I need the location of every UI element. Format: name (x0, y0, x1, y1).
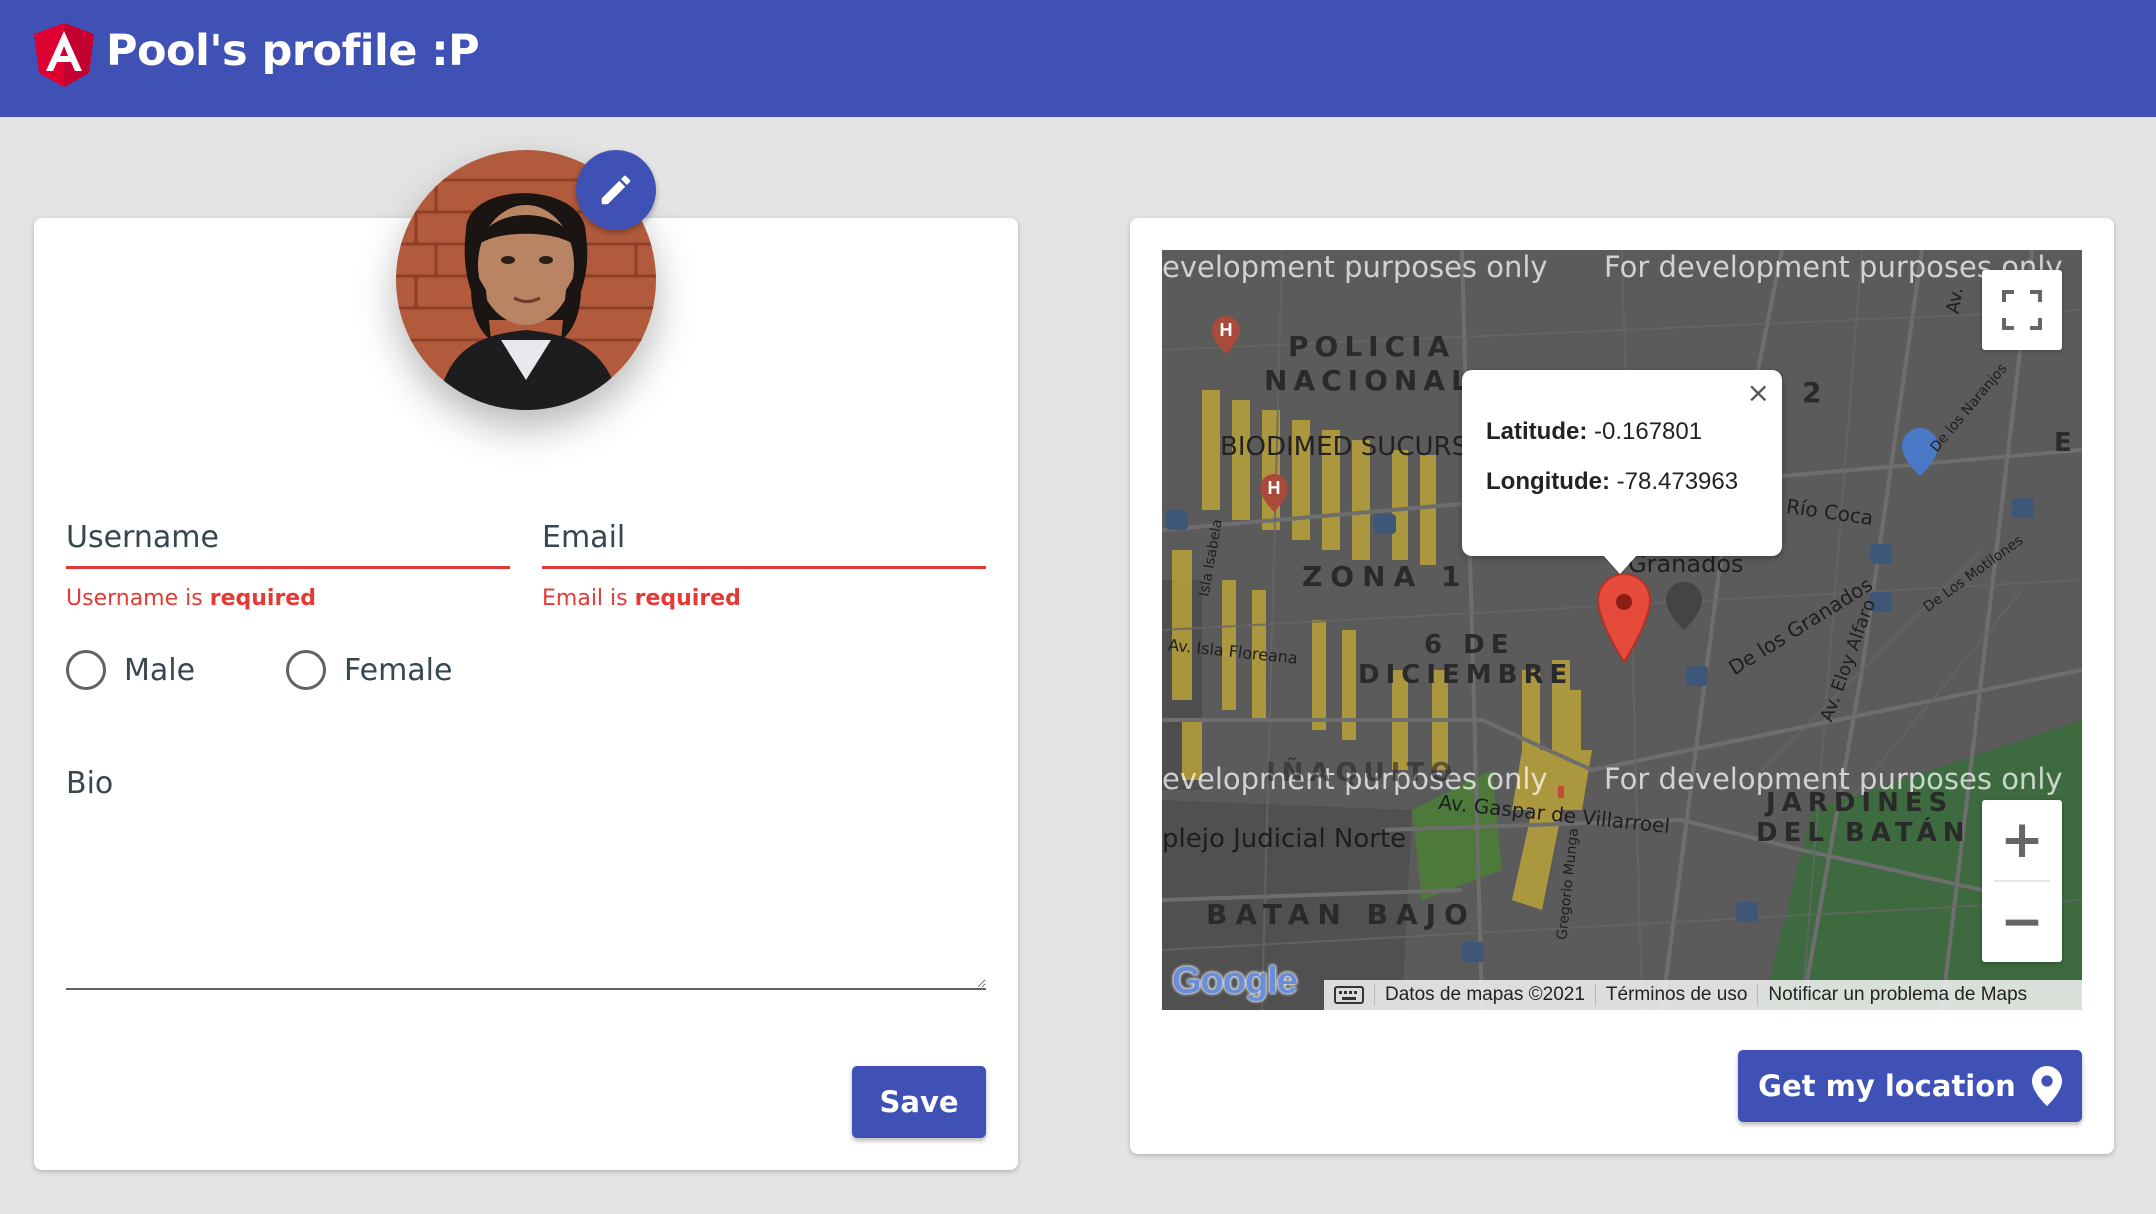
radio-label-male: Male (124, 652, 196, 688)
username-underline (66, 566, 510, 569)
location-pin-icon (2031, 1066, 2062, 1106)
map-footer: Datos de mapas ©2021 Términos de uso Not… (1324, 980, 2082, 1010)
terms-link[interactable]: Términos de uso (1594, 984, 1758, 1006)
map-place-label: IÑAQUITO (1266, 758, 1459, 788)
username-field: Username Username is required (66, 520, 510, 620)
email-underline (542, 566, 986, 569)
report-problem-link[interactable]: Notificar un problema de Maps (1757, 984, 2037, 1006)
radio-circle-icon[interactable] (286, 650, 326, 690)
map-place-label: NACIONAL (1264, 364, 1475, 397)
zoom-out-button[interactable]: − (1982, 882, 2062, 962)
radio-label-female: Female (344, 652, 453, 688)
map-place-label: JARDINES (1766, 788, 1954, 818)
dev-watermark: evelopment purposes only (1162, 250, 1548, 284)
longitude-label: Longitude: (1486, 468, 1610, 495)
email-input[interactable] (542, 520, 986, 572)
gender-radio-female[interactable]: Female (286, 650, 452, 690)
info-window-tail (1602, 554, 1638, 574)
map-info-window: × Latitude: -0.167801 Longitude: -78.473… (1462, 370, 1782, 556)
map-place-label: DICIEMBRE (1358, 660, 1574, 690)
svg-text:H: H (1268, 478, 1281, 498)
get-location-label: Get my location (1758, 1069, 2016, 1103)
get-location-button[interactable]: Get my location (1738, 1050, 2082, 1122)
svg-text:H: H (1220, 320, 1233, 340)
map-place-label: BATAN BAJO (1206, 898, 1476, 931)
map-place-label: 2 (1802, 376, 1822, 409)
map-place-label: BIODIMED SUCURS (1220, 432, 1469, 462)
map-place-label: E (2054, 428, 2072, 458)
page-title: Pool's profile :P (106, 26, 480, 76)
map-place-label: 6 DE (1424, 630, 1515, 660)
fullscreen-button[interactable] (1982, 270, 2062, 350)
latitude-row: Latitude: -0.167801 (1486, 418, 1758, 446)
angular-logo-icon (34, 23, 94, 87)
latitude-label: Latitude: (1486, 418, 1588, 445)
latitude-value: -0.167801 (1594, 418, 1703, 445)
zoom-controls: + − (1982, 800, 2062, 962)
minus-icon: − (2000, 892, 2044, 952)
longitude-value: -78.473963 (1616, 468, 1739, 495)
google-map[interactable]: H H evelopment purposes only For develop… (1162, 250, 2082, 1010)
map-data-link[interactable]: Datos de mapas ©2021 (1374, 984, 1595, 1006)
save-button[interactable]: Save (852, 1066, 986, 1138)
pencil-icon (601, 175, 631, 205)
radio-circle-icon[interactable] (66, 650, 106, 690)
map-place-label: POLICIA (1288, 330, 1456, 363)
edit-avatar-button[interactable] (576, 150, 656, 230)
email-error: Email is required (542, 586, 741, 611)
fullscreen-icon (2002, 290, 2042, 330)
map-place-label: ZONA 1 (1302, 560, 1469, 593)
zoom-in-button[interactable]: + (1982, 800, 2062, 880)
bio-label: Bio (66, 766, 114, 801)
app-toolbar: Pool's profile :P (0, 0, 2156, 117)
close-icon[interactable]: × (1747, 376, 1770, 409)
gender-radio-male[interactable]: Male (66, 650, 195, 690)
plus-icon: + (2000, 810, 2044, 870)
bio-textarea[interactable] (66, 810, 986, 990)
longitude-row: Longitude: -78.473963 (1486, 468, 1758, 496)
keyboard-icon[interactable] (1324, 986, 1374, 1004)
username-error: Username is required (66, 586, 316, 611)
google-logo: Google (1172, 960, 1298, 1002)
map-place-label: plejo Judicial Norte (1162, 824, 1407, 854)
username-input[interactable] (66, 520, 510, 572)
email-field: Email Email is required (542, 520, 986, 620)
map-place-label: Av. (1942, 285, 1968, 316)
map-place-label: DEL BATÁN (1756, 818, 1971, 848)
